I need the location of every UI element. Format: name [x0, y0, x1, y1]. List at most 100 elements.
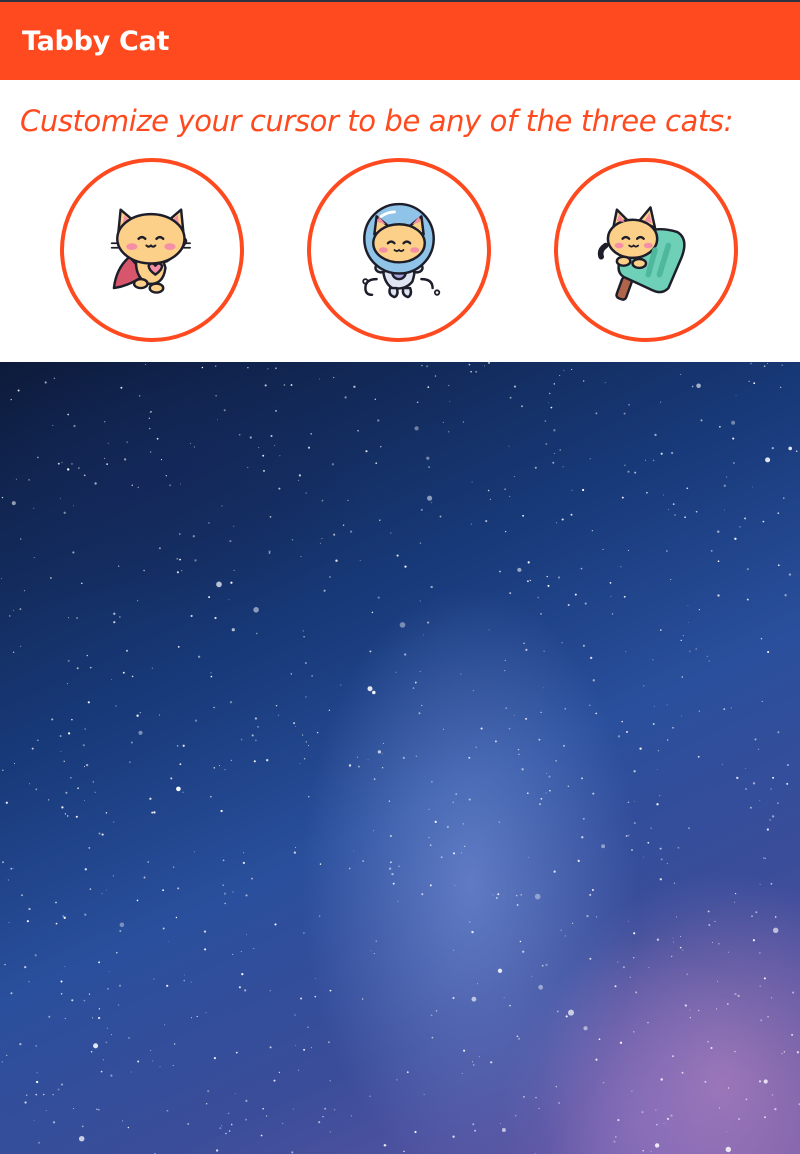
star	[149, 411, 152, 413]
star	[752, 939, 755, 942]
star	[695, 510, 698, 513]
star	[732, 437, 735, 440]
star	[210, 672, 212, 674]
star	[535, 1096, 537, 1099]
star	[666, 739, 669, 741]
star	[118, 565, 120, 567]
star	[10, 867, 13, 870]
star	[2, 769, 4, 771]
star	[365, 450, 368, 453]
star	[717, 942, 720, 945]
star	[96, 1108, 98, 1111]
star	[78, 467, 80, 469]
star	[73, 424, 76, 428]
star	[516, 904, 519, 906]
star	[453, 949, 455, 951]
star	[174, 1043, 176, 1045]
star	[504, 659, 507, 662]
star	[153, 811, 156, 814]
star	[367, 686, 373, 692]
star	[274, 445, 276, 446]
star	[553, 429, 556, 432]
cat-option-popsicle[interactable]	[554, 158, 738, 342]
star	[253, 607, 259, 613]
star	[329, 1080, 331, 1082]
star	[382, 753, 384, 755]
star	[647, 841, 650, 844]
star	[723, 708, 726, 711]
star	[686, 487, 689, 490]
star	[652, 723, 655, 725]
star	[181, 570, 183, 572]
star	[67, 659, 70, 662]
star	[35, 1045, 37, 1047]
star	[448, 384, 450, 387]
star	[205, 1012, 207, 1013]
star	[786, 763, 789, 767]
star	[311, 1047, 313, 1049]
star	[19, 645, 22, 647]
star	[75, 815, 78, 818]
star	[672, 503, 675, 505]
star	[772, 927, 779, 934]
star	[643, 856, 645, 858]
star	[497, 893, 500, 896]
star	[166, 984, 169, 987]
star	[356, 756, 359, 758]
star	[397, 900, 399, 902]
star	[215, 395, 217, 397]
star	[475, 746, 477, 748]
star	[695, 648, 697, 650]
star	[61, 461, 63, 464]
star	[105, 1041, 108, 1044]
cat-options	[0, 136, 800, 362]
star	[105, 812, 108, 814]
star	[759, 883, 761, 885]
star	[609, 582, 612, 584]
star	[251, 734, 254, 737]
star	[414, 426, 419, 431]
star	[791, 1033, 794, 1036]
star	[228, 1130, 231, 1132]
star	[650, 827, 652, 829]
star	[706, 655, 708, 657]
star	[1, 578, 3, 580]
star	[300, 555, 302, 558]
star	[292, 1108, 294, 1110]
star	[221, 505, 223, 507]
star	[548, 402, 549, 404]
star	[275, 367, 277, 370]
star	[98, 1008, 101, 1010]
star	[380, 445, 382, 448]
star	[23, 590, 26, 592]
star	[381, 766, 384, 769]
star	[548, 392, 551, 395]
star	[631, 1090, 633, 1092]
star	[78, 1135, 85, 1142]
star	[348, 764, 352, 767]
star	[635, 991, 638, 994]
star	[627, 470, 630, 473]
star	[727, 951, 729, 953]
star	[84, 766, 86, 768]
star	[633, 932, 636, 935]
star	[329, 1131, 331, 1133]
star	[419, 600, 421, 602]
star	[430, 585, 433, 589]
star	[453, 852, 455, 855]
star	[428, 836, 430, 839]
star	[568, 1009, 574, 1016]
star	[499, 1122, 502, 1125]
cat-option-superhero[interactable]	[60, 158, 244, 342]
star	[520, 893, 523, 896]
star	[379, 519, 381, 522]
star	[321, 499, 324, 502]
star	[503, 996, 505, 998]
star	[490, 1061, 493, 1064]
star	[19, 1043, 22, 1046]
cat-option-astronaut[interactable]	[307, 158, 491, 342]
star	[670, 955, 673, 958]
star	[207, 1090, 210, 1093]
star	[627, 834, 630, 837]
star	[227, 1112, 230, 1115]
